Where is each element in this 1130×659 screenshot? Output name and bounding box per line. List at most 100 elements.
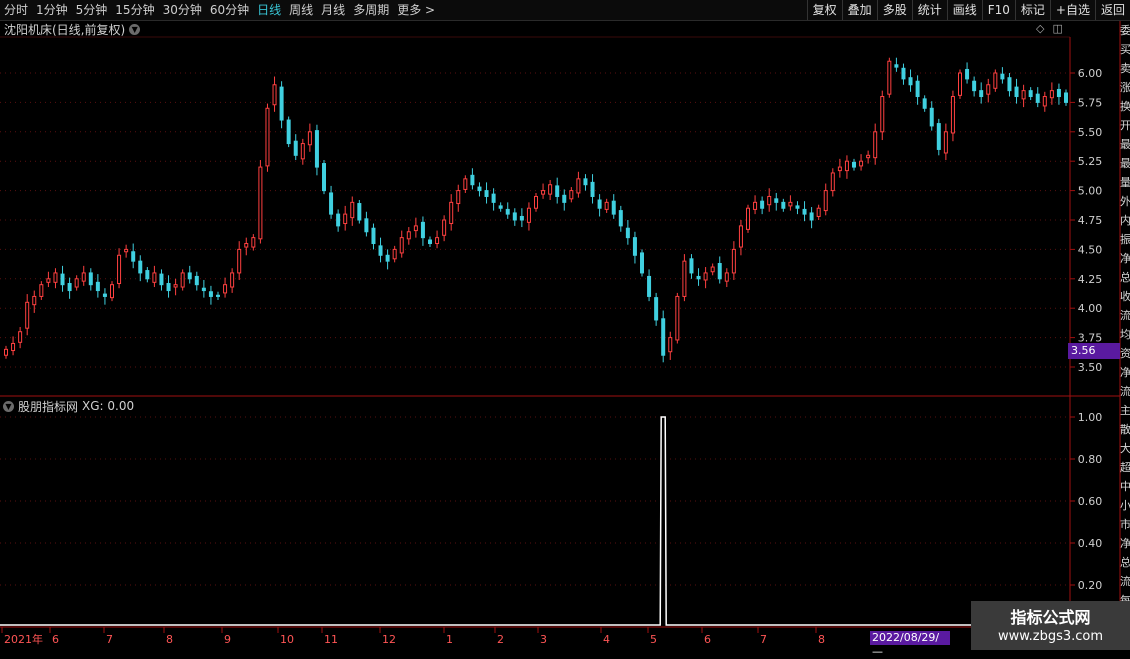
candle-body (738, 225, 743, 248)
candle-body (46, 278, 51, 283)
candle-body (802, 208, 807, 215)
side-panel-label: 外 (1120, 195, 1130, 208)
candle-body (385, 254, 390, 262)
xg-signal-line (0, 416, 1070, 626)
candle-body (378, 245, 383, 256)
candle-body (760, 200, 765, 209)
candle-body (39, 284, 44, 297)
candle-body (922, 98, 927, 109)
candle-body (60, 273, 65, 286)
indicator-value: XG: 0.00 (82, 399, 135, 413)
candle-body (597, 199, 602, 209)
candle-body (866, 154, 871, 159)
candle-body (216, 294, 220, 297)
candle-body (88, 272, 93, 286)
candle-body (131, 251, 136, 262)
candle-body (576, 178, 581, 194)
side-panel-label: 内 (1120, 214, 1130, 227)
candle-body (265, 107, 270, 167)
candle-body (244, 243, 249, 248)
candle-body (958, 72, 962, 96)
candle-body (873, 131, 878, 159)
candle-body (392, 248, 397, 260)
candle-body (180, 272, 185, 288)
x-tick-label: 6 (704, 633, 711, 646)
candle-body (583, 178, 588, 186)
side-panel-label: 流 (1120, 575, 1130, 588)
side-panel-label: 量 (1120, 176, 1130, 189)
side-panel-label: 散 (1120, 423, 1130, 436)
candle-body (950, 96, 955, 134)
candle-body (689, 258, 694, 274)
candle-body (788, 201, 793, 207)
candle-body (569, 190, 574, 200)
candle-body (272, 84, 277, 106)
candle-body (371, 227, 376, 245)
candle-body (534, 195, 538, 209)
candle-body (364, 218, 369, 233)
candle-body (555, 185, 560, 197)
candle-body (336, 213, 341, 227)
candle-body (1049, 90, 1054, 99)
candle-body (767, 195, 772, 206)
candle-body (456, 190, 461, 205)
candle-body (145, 270, 150, 280)
candle-body (251, 237, 256, 248)
candle-body (1042, 96, 1047, 107)
y-tick-label: 5.25 (1078, 155, 1103, 168)
x-tick-label: 7 (106, 633, 113, 646)
candle-body (675, 295, 680, 341)
candle-body (505, 208, 510, 215)
candle-body (286, 119, 291, 145)
candle-body (223, 284, 228, 294)
y-tick-label: 6.00 (1078, 67, 1103, 80)
candle-body (774, 198, 779, 203)
side-panel-label: 净 (1120, 366, 1130, 379)
candle-body (590, 181, 595, 197)
y-tick-label: 4.75 (1078, 214, 1103, 227)
chevron-down-icon[interactable]: ▼ (3, 400, 14, 412)
side-panel-label: 总 (1120, 556, 1130, 569)
candle-body (753, 201, 758, 210)
candle-body (435, 237, 440, 245)
candle-body (413, 225, 418, 232)
side-panel-label: 买 (1120, 43, 1130, 56)
side-panel-label: 最 (1120, 157, 1130, 170)
candle-body (1056, 88, 1061, 98)
candle-body (258, 166, 263, 240)
last-price-tag: 3.56 (1068, 343, 1120, 359)
candle-body (943, 131, 948, 154)
candle-body (329, 192, 334, 215)
candle-body (138, 260, 143, 274)
candle-body (880, 96, 885, 133)
candle-body (830, 172, 835, 192)
x-tick-label: 1 (446, 633, 453, 646)
candle-body (661, 318, 666, 356)
candle-body (901, 67, 906, 80)
x-tick-label: 2 (497, 633, 504, 646)
chart-canvas[interactable]: 6.005.755.505.255.004.754.504.254.003.75… (0, 0, 1130, 650)
candle-body (823, 190, 828, 212)
candle-body (1000, 73, 1005, 80)
candle-body (562, 194, 567, 203)
candle-body (18, 331, 23, 343)
candle-body (1028, 90, 1033, 98)
candle-body (187, 272, 192, 280)
candle-body (102, 293, 107, 297)
candle-body (314, 130, 319, 168)
candle-body (350, 201, 355, 219)
candle-body (965, 68, 970, 80)
x-tick-label: 3 (540, 633, 547, 646)
candle-body (717, 263, 722, 280)
indicator-title: 股朋指标网 (18, 399, 79, 414)
side-panel-label: 收 (1120, 290, 1130, 303)
candle-body (731, 248, 736, 274)
candle-body (887, 60, 892, 95)
candle-body (399, 237, 404, 254)
candle-body (32, 295, 37, 306)
candle-body (442, 219, 447, 236)
candle-body (1014, 86, 1019, 98)
candle-body (979, 90, 984, 98)
candle-body (420, 221, 425, 239)
candle-body (470, 174, 475, 186)
